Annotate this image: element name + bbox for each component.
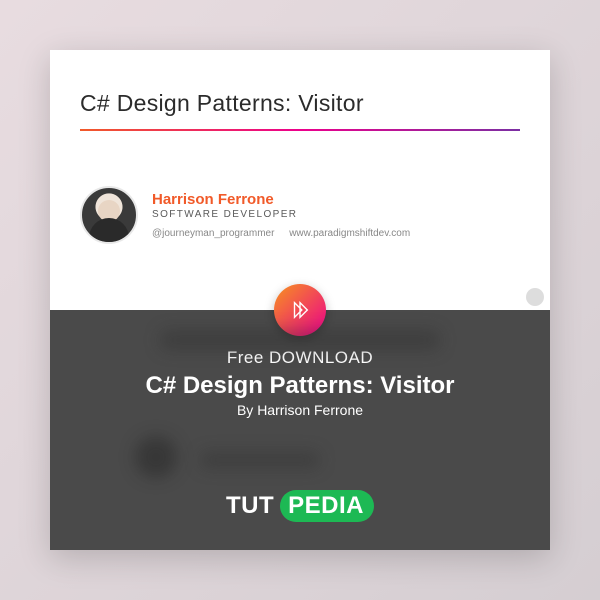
author-role: SOFTWARE DEVELOPER — [152, 209, 410, 220]
author-name: Harrison Ferrone — [152, 191, 410, 208]
download-title: C# Design Patterns: Visitor — [50, 372, 550, 400]
author-avatar — [80, 186, 138, 244]
play-icon — [289, 299, 311, 321]
course-card: C# Design Patterns: Visitor Harrison Fer… — [50, 50, 550, 550]
gradient-divider — [80, 129, 520, 131]
download-byline: By Harrison Ferrone — [50, 402, 550, 418]
blurred-content — [160, 330, 440, 350]
blurred-content — [200, 452, 320, 468]
author-handle: @journeyman_programmer — [152, 228, 274, 239]
brand-part1: TUT — [226, 492, 274, 520]
author-text: Harrison Ferrone SOFTWARE DEVELOPER @jou… — [152, 191, 410, 239]
share-icon[interactable] — [526, 288, 544, 306]
course-top-panel: C# Design Patterns: Visitor Harrison Fer… — [50, 50, 550, 310]
blurred-content — [135, 436, 177, 478]
brand-part2: PEDIA — [280, 490, 374, 522]
play-button[interactable] — [274, 284, 326, 336]
author-meta: @journeyman_programmer www.paradigmshift… — [152, 228, 410, 239]
brand-logo[interactable]: TUT PEDIA — [226, 490, 374, 522]
author-block: Harrison Ferrone SOFTWARE DEVELOPER @jou… — [80, 186, 520, 244]
download-label: Free DOWNLOAD — [50, 348, 550, 368]
course-title: C# Design Patterns: Visitor — [80, 90, 520, 117]
author-site: www.paradigmshiftdev.com — [289, 228, 410, 239]
